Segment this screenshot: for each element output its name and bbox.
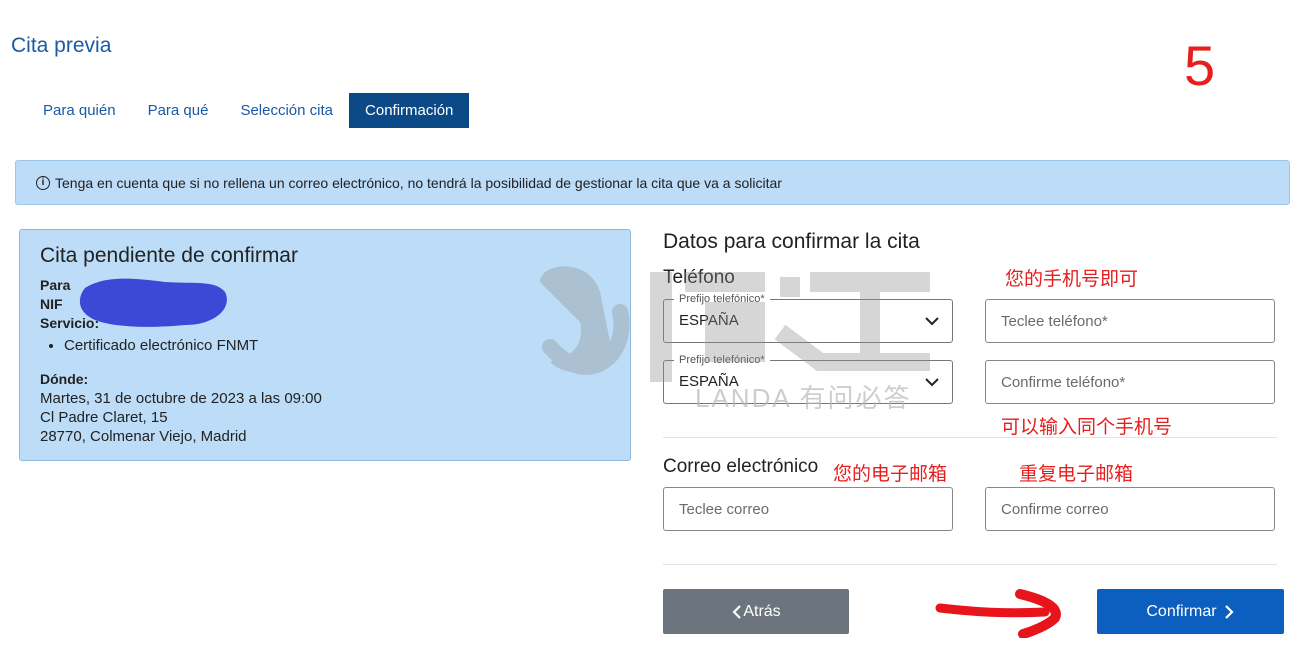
annotation-phone-note: 您的手机号即可 bbox=[1005, 268, 1139, 290]
info-icon: i bbox=[36, 175, 50, 190]
tab-para-que[interactable]: Para qué bbox=[132, 93, 225, 128]
phone-confirm-input[interactable] bbox=[985, 360, 1275, 404]
info-banner-text: Tenga en cuenta que si no rellena un cor… bbox=[55, 174, 782, 191]
tab-confirmacion[interactable]: Confirmación bbox=[349, 93, 470, 128]
phone-prefix-legend: Prefijo telefónico* bbox=[674, 293, 770, 305]
email-input[interactable] bbox=[663, 487, 953, 531]
summary-title: Cita pendiente de confirmar bbox=[40, 244, 298, 267]
step-number: 5 bbox=[1184, 34, 1216, 97]
phone-prefix-confirm-legend: Prefijo telefónico* bbox=[674, 354, 770, 366]
confirm-button-label: Confirmar bbox=[1146, 602, 1217, 620]
address-line-2: 28770, Colmenar Viejo, Madrid bbox=[40, 428, 247, 445]
page-title: Cita previa bbox=[11, 34, 112, 57]
address-line-1: Cl Padre Claret, 15 bbox=[40, 409, 168, 426]
email-section-label: Correo electrónico bbox=[663, 456, 819, 477]
chevron-left-icon bbox=[732, 604, 742, 619]
tab-para-quien[interactable]: Para quién bbox=[27, 93, 132, 128]
appointment-date: Martes, 31 de octubre de 2023 a las 09:0… bbox=[40, 390, 322, 407]
confirm-button[interactable]: Confirmar bbox=[1097, 589, 1284, 634]
chevron-right-icon bbox=[1224, 604, 1234, 619]
phone-section-label: Teléfono bbox=[663, 267, 735, 288]
service-item: Certificado electrónico FNMT bbox=[64, 336, 610, 356]
divider bbox=[663, 437, 1277, 438]
annotation-repeat-email-note: 重复电子邮箱 bbox=[1019, 463, 1134, 485]
para-label: Para bbox=[40, 277, 71, 293]
redaction-scribble bbox=[79, 278, 227, 327]
chevron-down-icon bbox=[925, 378, 939, 387]
location-block: Dónde: Martes, 31 de octubre de 2023 a l… bbox=[40, 370, 610, 446]
step-tabs: Para quién Para qué Selección cita Confi… bbox=[27, 93, 470, 128]
back-button[interactable]: Atrás bbox=[663, 589, 849, 634]
phone-input[interactable] bbox=[985, 299, 1275, 343]
annotation-same-phone-note: 可以输入同个手机号 bbox=[1001, 416, 1173, 438]
back-button-label: Atrás bbox=[743, 602, 781, 620]
tab-seleccion-cita[interactable]: Selección cita bbox=[224, 93, 349, 128]
email-confirm-input[interactable] bbox=[985, 487, 1275, 531]
annotation-email-note: 您的电子邮箱 bbox=[833, 463, 948, 485]
divider bbox=[663, 564, 1277, 565]
red-arrow-annotation bbox=[935, 589, 1061, 638]
phone-prefix-value: ESPAÑA bbox=[679, 312, 739, 329]
donde-label: Dónde: bbox=[40, 371, 89, 387]
form-heading: Datos para confirmar la cita bbox=[663, 230, 920, 253]
phone-prefix-select[interactable]: Prefijo telefónico* ESPAÑA bbox=[663, 293, 953, 343]
watermark-text: LANDA 有问必答 bbox=[695, 383, 912, 413]
info-banner: i Tenga en cuenta que si no rellena un c… bbox=[15, 160, 1290, 205]
chevron-down-icon bbox=[925, 317, 939, 326]
nif-label: NIF bbox=[40, 296, 63, 312]
service-list: Certificado electrónico FNMT bbox=[64, 336, 610, 356]
appointment-summary-card: Cita pendiente de confirmar Para NIF Ser… bbox=[19, 229, 631, 461]
